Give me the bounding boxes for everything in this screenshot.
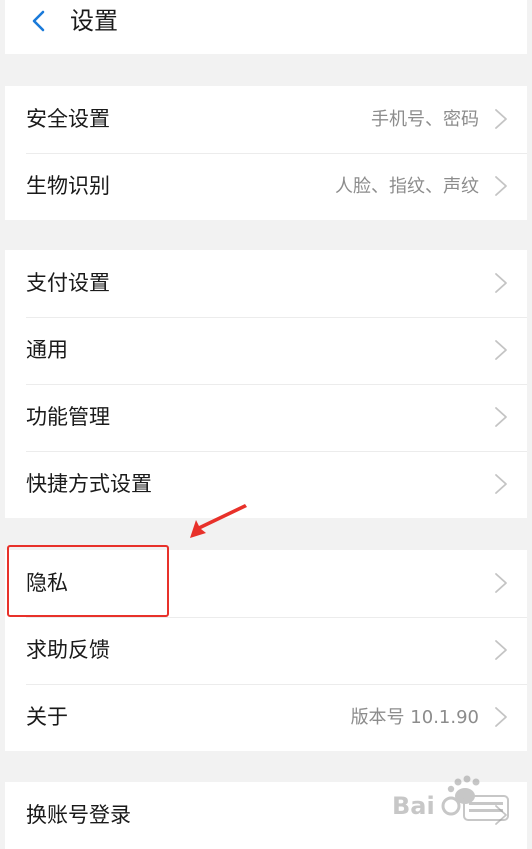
settings-item-label: 功能管理 [26,405,110,429]
chevron-left-icon[interactable] [27,9,51,33]
settings-group-account: 安全设置 手机号、密码 生物识别 人脸、指纹、声纹 [5,86,527,220]
settings-item-label: 生物识别 [26,174,110,198]
settings-screen: 设置 安全设置 手机号、密码 生物识别 人脸、指纹、声纹 支付设置 通用 功能管… [5,0,527,849]
settings-group-general: 支付设置 通用 功能管理 快捷方式设置 [5,250,527,518]
settings-item-label: 快捷方式设置 [26,472,152,496]
settings-item-about[interactable]: 关于 版本号 10.1.90 [5,684,527,751]
chevron-right-icon [495,640,507,660]
settings-item-label: 求助反馈 [26,638,110,662]
chevron-right-icon [495,109,507,129]
settings-item-value: 人脸、指纹、声纹 [335,176,479,197]
header-bar: 设置 [5,0,527,54]
settings-item-general[interactable]: 通用 [5,317,527,384]
settings-item-shortcuts[interactable]: 快捷方式设置 [5,451,527,518]
settings-item-label: 安全设置 [26,107,110,131]
settings-item-label: 换账号登录 [26,803,131,827]
settings-group-privacy: 隐私 求助反馈 关于 版本号 10.1.90 [5,550,527,751]
settings-item-security[interactable]: 安全设置 手机号、密码 [5,86,527,153]
settings-item-biometrics[interactable]: 生物识别 人脸、指纹、声纹 [5,153,527,220]
settings-item-value: 版本号 10.1.90 [350,707,479,728]
settings-item-feedback[interactable]: 求助反馈 [5,617,527,684]
settings-item-payment[interactable]: 支付设置 [5,250,527,317]
page-title: 设置 [70,7,118,35]
chevron-right-icon [495,340,507,360]
settings-item-label: 通用 [26,338,68,362]
settings-item-switch-account[interactable]: 换账号登录 [5,782,527,849]
settings-item-value: 手机号、密码 [371,109,479,130]
chevron-right-icon [495,407,507,427]
settings-item-label: 隐私 [26,571,68,595]
chevron-right-icon [495,707,507,727]
settings-item-label: 关于 [26,705,68,729]
chevron-right-icon [495,805,507,825]
chevron-right-icon [495,573,507,593]
chevron-right-icon [495,273,507,293]
settings-item-label: 支付设置 [26,271,110,295]
settings-group-login: 换账号登录 [5,782,527,849]
settings-item-features[interactable]: 功能管理 [5,384,527,451]
chevron-right-icon [495,176,507,196]
settings-item-privacy[interactable]: 隐私 [5,550,527,617]
chevron-right-icon [495,474,507,494]
